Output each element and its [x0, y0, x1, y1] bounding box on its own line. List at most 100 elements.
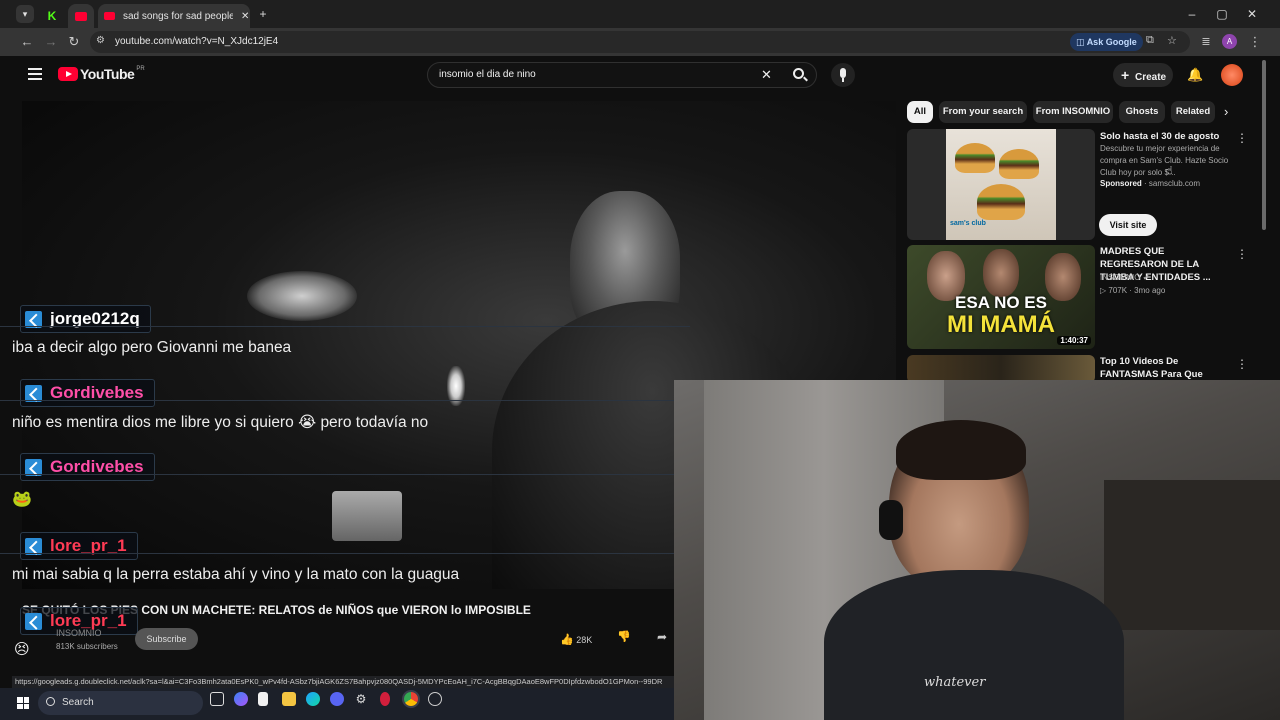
reload-button[interactable]: ↻ [65, 33, 83, 51]
microphone-icon [840, 68, 846, 78]
chip-from-your-search[interactable]: From your search [939, 101, 1027, 123]
ad-title[interactable]: Solo hasta el 30 de agosto [1100, 130, 1234, 143]
thumbnail-text: ESA NO ES [955, 293, 1047, 312]
back-button[interactable]: ← [18, 33, 36, 51]
url-text: youtube.com/watch?v=N_XJdc12jE4 [115, 36, 279, 47]
page-scrollbar[interactable] [1262, 60, 1266, 230]
chrome-icon[interactable] [404, 692, 418, 706]
minimize-button[interactable]: – [1184, 6, 1200, 22]
kick-badge-icon [25, 537, 42, 555]
new-tab-button[interactable]: + [255, 6, 271, 22]
reading-list-icon[interactable]: ≣ [1197, 33, 1215, 51]
burger-image [999, 149, 1039, 179]
link-status-bar: https://googleads.g.doubleclick.net/aclk… [12, 676, 674, 688]
file-explorer-icon[interactable] [282, 692, 296, 706]
tab-youtube-small[interactable] [68, 4, 94, 28]
hamburger-menu-icon[interactable] [28, 68, 42, 80]
video-more-options-icon[interactable]: ⋮ [1236, 357, 1248, 371]
chat-divider [0, 326, 690, 327]
chat-username: Gordivebes [20, 453, 155, 481]
video-channel[interactable]: INSOMNIO ✔ [1100, 273, 1149, 282]
tab-active[interactable]: sad songs for sad people - You ✕ [98, 4, 250, 28]
account-avatar[interactable] [1221, 64, 1243, 86]
chip-related[interactable]: Related [1171, 101, 1215, 123]
webcam-person-body [824, 570, 1124, 720]
webcam-overlay: whatever [674, 380, 1280, 720]
kick-badge-icon [25, 310, 42, 328]
obs-icon[interactable] [428, 692, 442, 706]
copilot-icon[interactable] [234, 692, 248, 706]
video-thumbnail[interactable]: ESA NO ES MI MAMÁ 1:40:37 [907, 245, 1095, 349]
edge-icon[interactable] [306, 692, 320, 706]
sams-club-logo: sam's club [950, 220, 986, 227]
tab-title: sad songs for sad people - You [123, 10, 233, 22]
clear-search-icon[interactable]: ✕ [761, 67, 772, 83]
notifications-bell-icon[interactable]: 🔔 [1187, 67, 1203, 83]
subscribe-button[interactable]: Subscribe [135, 628, 198, 650]
task-view-icon[interactable] [210, 692, 224, 706]
like-button[interactable]: 👍 28K [560, 630, 608, 650]
search-box[interactable]: insomio el dia de nino ✕ [427, 62, 817, 88]
channel-name[interactable]: INSOMNIO [56, 628, 102, 638]
chat-message: iba a decir algo pero Giovanni me banea [12, 339, 292, 356]
install-icon[interactable]: ⧉ [1146, 34, 1154, 47]
chat-message: niño es mentira dios me libre yo si quie… [12, 414, 429, 431]
windows-start-icon[interactable] [17, 697, 29, 709]
ad-more-options-icon[interactable]: ⋮ [1236, 131, 1248, 145]
profile-avatar[interactable]: A [1222, 34, 1237, 49]
chat-emote: 🐸 [12, 491, 32, 508]
video-frame-candle [332, 491, 402, 541]
voice-search-button[interactable] [831, 63, 855, 87]
video-duration: 1:40:37 [1057, 336, 1091, 345]
ad-description: Descubre tu mejor experiencia de compra … [1100, 144, 1229, 177]
webcam-shelf [1104, 480, 1280, 630]
discord-icon[interactable] [330, 692, 344, 706]
video-thumbnail[interactable] [907, 355, 1095, 383]
cursor-pointer-icon: ☝ [1166, 165, 1173, 177]
ad-sponsor-line: Sponsored · samsclub.com [1100, 179, 1201, 188]
visit-site-button[interactable]: Visit site [1099, 214, 1157, 236]
plus-icon: + [1121, 67, 1130, 83]
settings-gear-icon[interactable]: ⚙ [354, 692, 368, 706]
ad-thumbnail[interactable]: sam's club [907, 129, 1095, 240]
youtube-logo[interactable]: YouTube PR [58, 66, 145, 82]
search-input[interactable]: insomio el dia de nino [439, 69, 536, 80]
tab-kick[interactable]: K [40, 4, 64, 28]
forward-button[interactable]: → [42, 33, 60, 51]
search-button[interactable] [785, 65, 815, 85]
site-info-icon[interactable]: ⚙ [96, 35, 105, 46]
browser-tab-bar: ▾ K sad songs for sad people - You ✕ + –… [0, 0, 1280, 28]
thumbs-up-icon: 👍 [560, 634, 574, 646]
dislike-button[interactable]: 👎 [617, 630, 631, 643]
ask-google-button[interactable]: ◫ Ask Google [1070, 33, 1143, 51]
kick-badge-icon [25, 458, 42, 476]
chat-username: lore_pr_1 [20, 532, 138, 560]
taskbar-search-box[interactable]: Search [38, 691, 203, 715]
close-tab-icon[interactable]: ✕ [241, 11, 249, 22]
burger-image [977, 184, 1025, 220]
share-icon[interactable]: ➦ [657, 630, 667, 644]
chips-next-icon[interactable]: › [1224, 104, 1228, 119]
create-button[interactable]: + Create [1113, 63, 1173, 87]
search-icon [46, 697, 55, 706]
kick-badge-icon [25, 384, 42, 402]
address-bar[interactable]: ⚙ youtube.com/watch?v=N_XJdc12jE4 ◫ Ask … [90, 31, 1190, 53]
record-app-icon[interactable] [380, 692, 390, 706]
lens-icon: ◫ [1076, 37, 1085, 47]
chip-ghosts[interactable]: Ghosts [1119, 101, 1165, 123]
browser-menu-icon[interactable]: ⋮ [1246, 33, 1264, 51]
video-frame-light [247, 271, 357, 321]
thumbs-down-icon: 👎 [617, 631, 631, 643]
tab-menu-button[interactable]: ▾ [16, 5, 34, 23]
video-title[interactable]: Top 10 Videos De FANTASMAS Para Que Teng… [1100, 355, 1234, 381]
kick-icon: K [47, 9, 57, 23]
video-more-options-icon[interactable]: ⋮ [1236, 247, 1248, 261]
close-window-button[interactable]: ✕ [1244, 6, 1260, 22]
chip-all[interactable]: All [907, 101, 933, 123]
thumbnail-text: MI MAMÁ [947, 311, 1055, 338]
subscriber-count: 813K subscribers [56, 642, 118, 651]
bookmark-star-icon[interactable]: ☆ [1167, 34, 1177, 47]
maximize-button[interactable]: ▢ [1214, 6, 1230, 22]
file-icon[interactable] [258, 692, 268, 706]
chip-from-insomnio[interactable]: From INSOMNIO [1033, 101, 1113, 123]
